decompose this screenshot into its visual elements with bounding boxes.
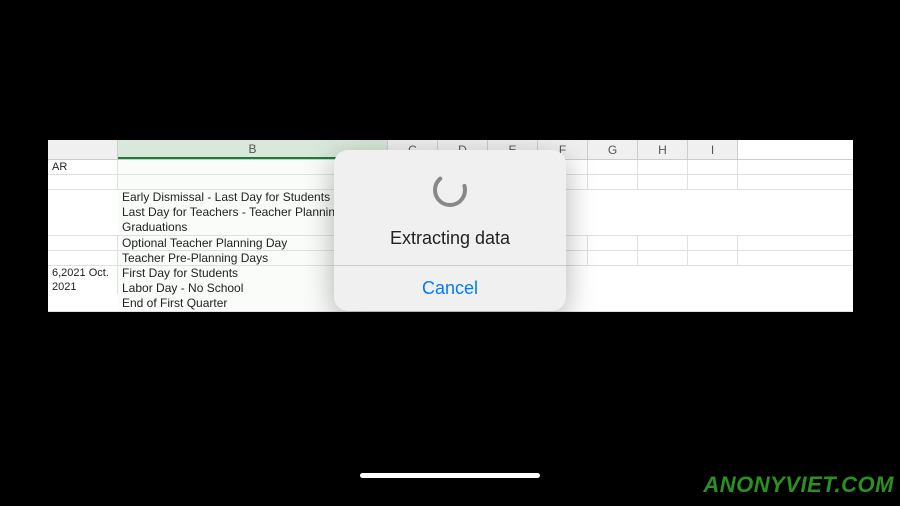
col-header-i[interactable]: I [688,140,738,159]
home-indicator[interactable] [360,473,540,478]
col-header-g[interactable]: G [588,140,638,159]
cell[interactable] [588,160,638,174]
cell[interactable] [638,175,688,189]
spinner-icon [430,170,470,210]
cell[interactable] [588,236,638,250]
cell[interactable] [638,160,688,174]
cell[interactable]: AR [48,160,118,174]
progress-modal: Extracting data Cancel [334,150,566,311]
cell[interactable] [48,175,118,189]
cell[interactable] [588,251,638,265]
col-header-a[interactable] [48,140,118,159]
cell[interactable] [688,251,738,265]
watermark: ANONYVIET.COM [703,472,894,498]
cell[interactable] [688,236,738,250]
col-header-h[interactable]: H [638,140,688,159]
cell[interactable]: 6,2021 Oct. 2021 [48,266,118,294]
cell[interactable] [688,160,738,174]
modal-title: Extracting data [350,228,550,249]
modal-body: Extracting data [334,150,566,265]
cell[interactable] [588,175,638,189]
cell[interactable] [48,251,118,265]
cancel-button[interactable]: Cancel [334,266,566,311]
cell[interactable] [48,236,118,250]
cell[interactable] [688,175,738,189]
cell[interactable] [638,251,688,265]
cell[interactable] [638,236,688,250]
